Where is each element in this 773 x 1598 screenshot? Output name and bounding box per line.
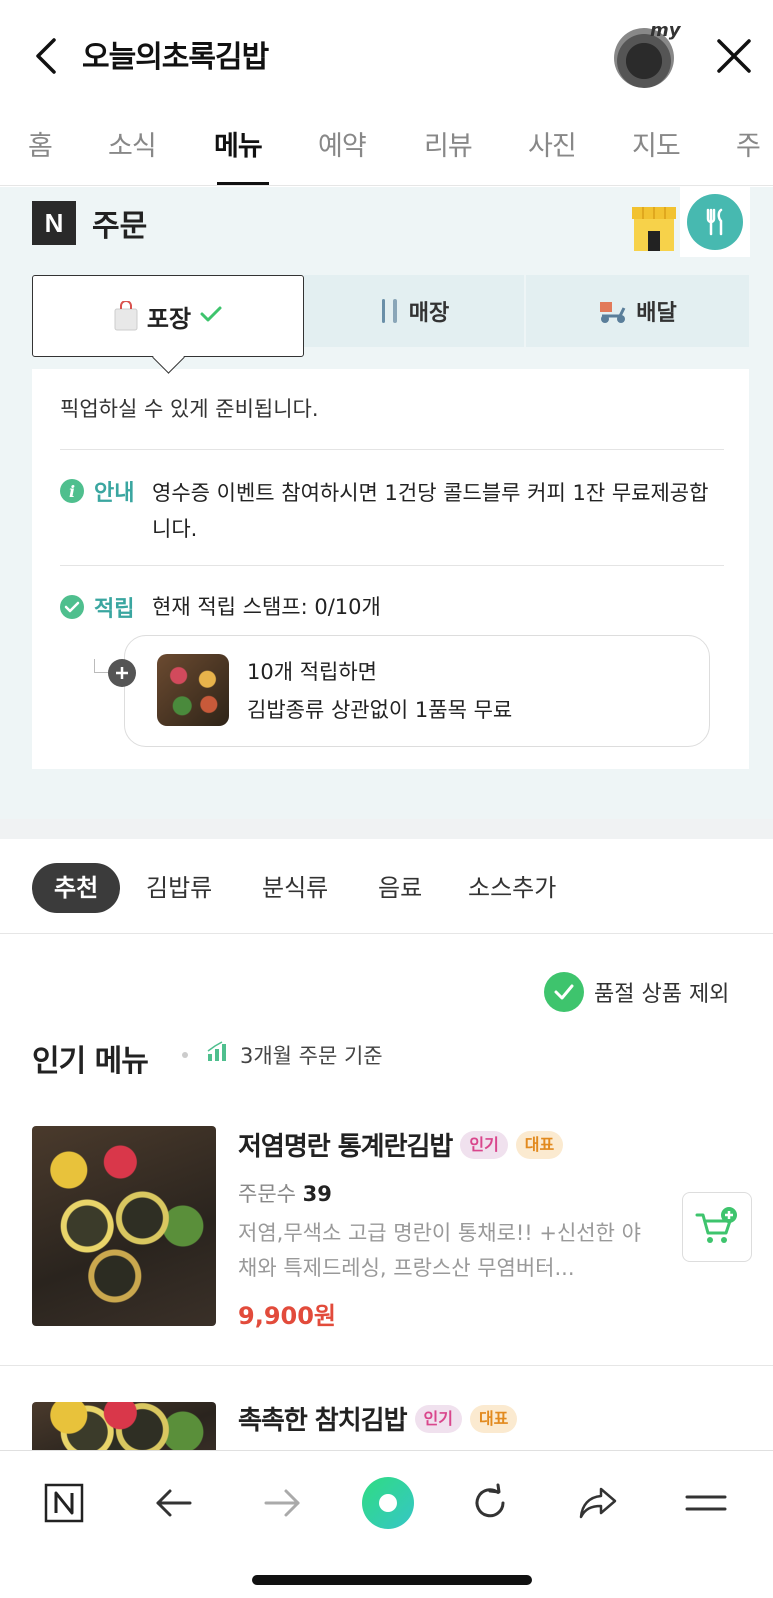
tab-menu[interactable]: 메뉴 <box>214 124 263 163</box>
popular-badge: 인기 <box>460 1130 508 1159</box>
add-to-cart-button[interactable] <box>682 1192 752 1262</box>
order-title: 주문 <box>92 209 148 244</box>
share-button[interactable] <box>568 1473 628 1533</box>
menu-image <box>32 1126 216 1326</box>
category-chip-snacks[interactable]: 분식류 <box>262 863 328 913</box>
menu-button[interactable] <box>676 1473 736 1533</box>
category-row: 추천 김밥류 분식류 음료 소스추가 <box>0 839 773 934</box>
check-icon <box>199 302 223 330</box>
notice-label: 안내 <box>94 481 135 506</box>
category-chip-sauce[interactable]: 소스추가 <box>468 863 556 913</box>
refresh-button[interactable] <box>460 1473 520 1533</box>
share-icon <box>579 1487 617 1519</box>
active-tab-indicator <box>217 182 269 185</box>
my-avatar[interactable]: my <box>614 20 681 88</box>
pickup-text: 픽업하실 수 있게 준비됩니다. <box>60 397 319 421</box>
restaurant-icon[interactable] <box>680 187 750 257</box>
category-chip-recommended[interactable]: 추천 <box>32 863 121 913</box>
arrow-right-icon <box>264 1489 300 1517</box>
tab-reservation[interactable]: 예약 <box>318 124 367 163</box>
divider <box>60 565 724 566</box>
category-chip-gimbap[interactable]: 김밥류 <box>146 863 212 913</box>
menu-name: 저염명란 통계란김밥 <box>238 1132 453 1162</box>
bar-chart-icon <box>206 1040 228 1062</box>
mode-pack-label: 포장 <box>146 304 192 333</box>
cart-plus-icon <box>695 1207 737 1243</box>
representative-badge: 대표 <box>515 1130 564 1159</box>
tab-map[interactable]: 지도 <box>632 124 681 163</box>
menu-name: 촉촉한 참치김밥 <box>238 1406 407 1436</box>
tab-home[interactable]: 홈 <box>28 124 53 163</box>
order-count-value: 39 <box>302 1182 332 1206</box>
order-count: 주문수 39 <box>238 1178 332 1208</box>
menu-description: 저염,무색소 고급 명란이 통채로!! +신선한 야채와 특제드레싱, 프랑스산… <box>238 1221 641 1280</box>
hamburger-icon <box>685 1495 727 1511</box>
browser-toolbar <box>0 1450 773 1598</box>
info-icon: i <box>60 479 84 503</box>
page-title: 오늘의초록김밥 <box>82 40 269 75</box>
naver-n-icon <box>44 1483 84 1523</box>
order-section: N 주문 포장 매장 배달 픽업하실 수 있게 준비됩니다. i 안내 영수증 … <box>0 187 773 819</box>
refresh-icon <box>475 1483 505 1518</box>
tab-more[interactable]: 주 <box>736 124 761 163</box>
fork-knife-icon <box>706 208 723 236</box>
menu-item[interactable]: 저염명란 통계란김밥 인기 대표 주문수 39 저염,무색소 고급 명란이 통채… <box>0 1126 773 1366</box>
stamp-text: 현재 적립 스탬프: 0/10개 <box>152 595 381 619</box>
scooter-icon <box>598 298 628 324</box>
mode-pack-button[interactable]: 포장 <box>32 275 304 357</box>
close-button[interactable] <box>714 36 754 76</box>
tab-review[interactable]: 리뷰 <box>424 124 473 163</box>
green-dot-button[interactable] <box>358 1473 418 1533</box>
soldout-filter-label: 품절 상품 제외 <box>594 982 730 1007</box>
mode-delivery-button[interactable]: 배달 <box>526 275 749 347</box>
separator-dot <box>182 1052 188 1058</box>
browser-back-button[interactable] <box>144 1473 204 1533</box>
naver-logo: N <box>32 201 76 245</box>
tab-news[interactable]: 소식 <box>108 124 157 163</box>
my-label: my <box>650 20 681 41</box>
divider <box>60 449 724 450</box>
home-indicator[interactable] <box>252 1575 532 1585</box>
menu-price: 9,900원 <box>238 1302 336 1330</box>
mode-delivery-label: 배달 <box>636 301 677 326</box>
close-icon <box>717 39 751 73</box>
reward-benefit: 김밥종류 상관없이 1품목 무료 <box>247 698 513 722</box>
store-icon[interactable] <box>630 205 678 253</box>
shopping-bag-icon <box>113 301 139 331</box>
order-count-label: 주문수 <box>238 1182 296 1206</box>
place-tabs: 홈 소식 메뉴 예약 리뷰 사진 지도 주 <box>0 112 773 186</box>
section-gap <box>0 819 773 839</box>
naver-home-button[interactable] <box>34 1473 94 1533</box>
mode-store-label: 매장 <box>408 301 450 326</box>
check-circle-icon <box>60 595 84 619</box>
representative-badge: 대표 <box>469 1404 518 1433</box>
menu-name-row: 촉촉한 참치김밥 인기 대표 <box>238 1400 518 1437</box>
header: 오늘의초록김밥 my <box>0 0 773 112</box>
mode-store-button[interactable]: 매장 <box>304 275 526 347</box>
popular-menu-title: 인기 메뉴 <box>32 1044 149 1079</box>
utensils-icon <box>379 297 401 325</box>
back-button[interactable] <box>28 36 64 76</box>
notice-text: 영수증 이벤트 참여하시면 1건당 콜드블루 커피 1잔 무료제공합니다. <box>152 481 709 541</box>
popular-menu-subtitle: 3개월 주문 기준 <box>240 1044 383 1068</box>
popular-badge: 인기 <box>414 1404 462 1433</box>
tree-branch-line <box>94 659 108 673</box>
stamp-label: 적립 <box>94 597 135 622</box>
browser-forward-button[interactable] <box>252 1473 312 1533</box>
chevron-left-icon <box>36 38 56 74</box>
menu-name-row: 저염명란 통계란김밥 인기 대표 <box>238 1126 564 1163</box>
reward-condition: 10개 적립하면 <box>247 660 377 684</box>
plus-icon <box>108 659 136 687</box>
green-dot-icon <box>362 1477 414 1529</box>
category-chip-drinks[interactable]: 음료 <box>378 863 422 913</box>
check-circle-icon <box>544 972 584 1012</box>
soldout-filter-toggle[interactable]: 품절 상품 제외 <box>544 972 729 1012</box>
tab-photo[interactable]: 사진 <box>528 124 577 163</box>
stamp-reward-card[interactable]: 10개 적립하면 김밥종류 상관없이 1품목 무료 <box>124 635 710 747</box>
arrow-left-icon <box>156 1489 192 1517</box>
reward-image <box>157 654 229 726</box>
order-info-card: 픽업하실 수 있게 준비됩니다. i 안내 영수증 이벤트 참여하시면 1건당 … <box>32 369 749 769</box>
